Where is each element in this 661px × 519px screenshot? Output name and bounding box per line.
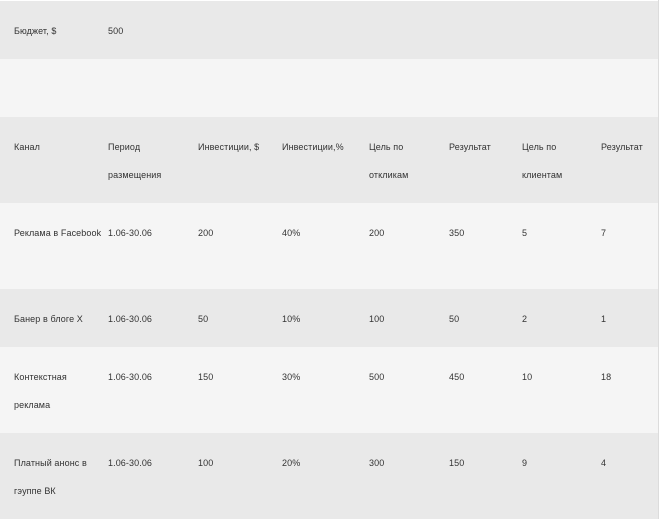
cell-channel: Платный анонс в гэуппе ВК <box>14 458 87 496</box>
cell-investment-percent: 10% <box>282 314 301 324</box>
cell-channel: Реклама в Facebook <box>14 228 102 238</box>
cell-client-result: 1 <box>601 314 607 324</box>
cell-response-goal: 100 <box>369 314 385 324</box>
cell-investment-usd: 50 <box>198 314 209 324</box>
cell-client-goal: 2 <box>522 314 528 324</box>
header-response-goal: Цель по откликам <box>369 142 409 180</box>
spacer-row <box>0 59 658 117</box>
header-period: Период размещения <box>108 142 162 180</box>
cell-channel: Банер в блоге Х <box>14 314 83 324</box>
budget-value: 500 <box>108 26 124 36</box>
cell-response-goal: 500 <box>369 372 385 382</box>
cell-period: 1.06-30.06 <box>108 372 153 382</box>
header-client-goal: Цель по клиентам <box>522 142 563 180</box>
cell-channel: Контекстная реклама <box>14 372 67 410</box>
table-row: Контекстная реклама 1.06-30.06 150 30% 5… <box>0 347 658 433</box>
table-row: Платный анонс в гэуппе ВК 1.06-30.06 100… <box>0 433 658 519</box>
cell-client-result: 18 <box>601 372 612 382</box>
budget-label: Бюджет, $ <box>14 26 57 36</box>
cell-investment-usd: 100 <box>198 458 214 468</box>
cell-investment-percent: 30% <box>282 372 301 382</box>
budget-table-sheet: Бюджет, $ 500 Канал Период размещения Ин… <box>0 0 659 519</box>
table-header-row: Канал Период размещения Инвестиции, $ Ин… <box>0 117 658 203</box>
cell-client-goal: 9 <box>522 458 528 468</box>
cell-period: 1.06-30.06 <box>108 314 153 324</box>
cell-response-result: 50 <box>449 314 460 324</box>
cell-response-result: 150 <box>449 458 465 468</box>
header-investment-usd: Инвестиции, $ <box>198 142 260 152</box>
budget-row: Бюджет, $ 500 <box>0 1 658 59</box>
cell-response-result: 350 <box>449 228 465 238</box>
cell-investment-percent: 40% <box>282 228 301 238</box>
cell-client-result: 4 <box>601 458 607 468</box>
header-channel: Канал <box>14 142 40 152</box>
cell-client-goal: 10 <box>522 372 533 382</box>
cell-response-goal: 200 <box>369 228 385 238</box>
header-investment-percent: Инвестиции,% <box>282 142 344 152</box>
cell-response-result: 450 <box>449 372 465 382</box>
cell-period: 1.06-30.06 <box>108 458 153 468</box>
cell-investment-percent: 20% <box>282 458 301 468</box>
cell-investment-usd: 150 <box>198 372 214 382</box>
header-response-result: Результат <box>449 142 491 152</box>
cell-response-goal: 300 <box>369 458 385 468</box>
table-row: Банер в блоге Х 1.06-30.06 50 10% 100 50… <box>0 289 658 347</box>
cell-client-result: 7 <box>601 228 607 238</box>
cell-period: 1.06-30.06 <box>108 228 153 238</box>
cell-client-goal: 5 <box>522 228 528 238</box>
table-row: Реклама в Facebook 1.06-30.06 200 40% 20… <box>0 203 658 289</box>
header-client-result: Результат <box>601 142 643 152</box>
cell-investment-usd: 200 <box>198 228 214 238</box>
